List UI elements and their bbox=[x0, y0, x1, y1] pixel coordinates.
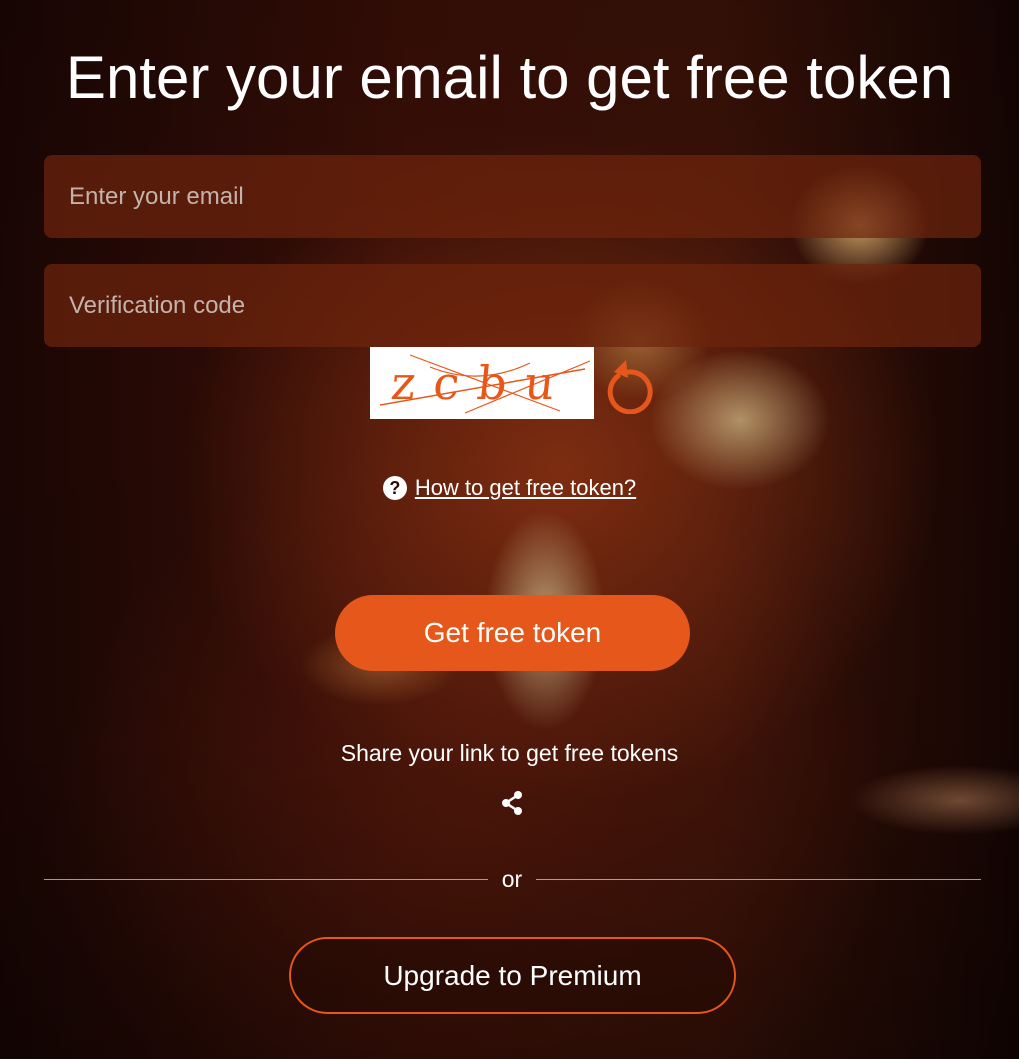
get-free-token-button[interactable]: Get free token bbox=[335, 595, 690, 671]
or-separator: or bbox=[501, 866, 523, 892]
help-row: ? How to get free token? bbox=[0, 472, 1019, 503]
free-token-panel: Enter your email to get free token zcbu … bbox=[0, 0, 1019, 1059]
question-circle-icon: ? bbox=[382, 476, 407, 500]
email-input[interactable] bbox=[44, 155, 981, 238]
captcha-text: zcbu bbox=[388, 356, 576, 410]
refresh-captcha-button[interactable] bbox=[600, 354, 656, 415]
refresh-icon bbox=[607, 360, 653, 415]
verification-code-input[interactable] bbox=[44, 264, 981, 347]
upgrade-to-premium-button[interactable]: Upgrade to Premium bbox=[289, 937, 736, 1014]
divider-left bbox=[44, 879, 488, 880]
how-to-get-token-link[interactable]: How to get free token? bbox=[415, 473, 636, 503]
captcha-image: zcbu bbox=[370, 347, 594, 419]
divider-right bbox=[536, 879, 981, 880]
share-text: Share your link to get free tokens bbox=[340, 740, 679, 766]
page-title: Enter your email to get free token bbox=[65, 44, 954, 111]
share-button[interactable] bbox=[497, 788, 527, 818]
share-icon bbox=[502, 791, 522, 815]
